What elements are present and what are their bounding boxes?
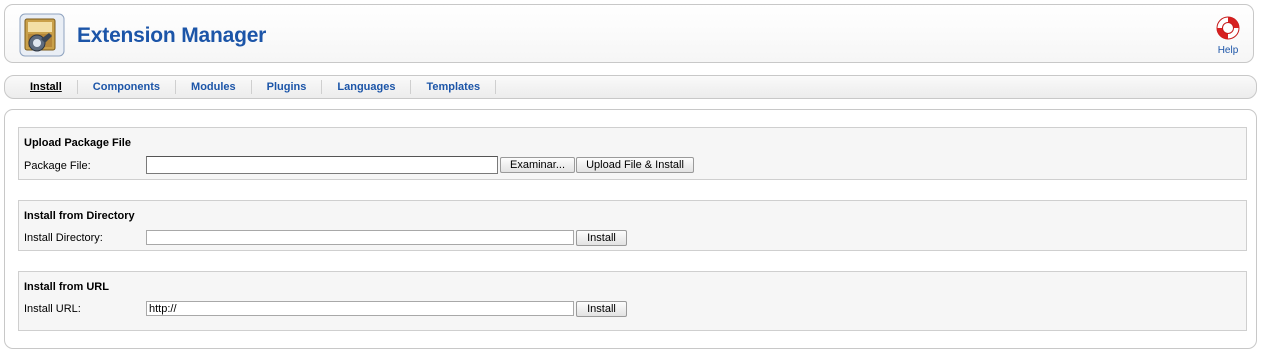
- install-url-input[interactable]: [146, 301, 574, 316]
- install-url-title: Install from URL: [24, 281, 109, 293]
- install-directory-label: Install Directory:: [24, 232, 103, 244]
- package-file-input[interactable]: [146, 156, 498, 174]
- page-title: Extension Manager: [77, 24, 267, 47]
- install-url-button[interactable]: Install: [576, 301, 627, 317]
- upload-package-title: Upload Package File: [24, 137, 131, 149]
- submenu-list: Install Components Modules Plugins Langu…: [5, 76, 1256, 98]
- extension-box-icon: [19, 13, 65, 57]
- tab-templates[interactable]: Templates: [411, 80, 497, 94]
- content-area: Upload Package File Package File: Examin…: [4, 109, 1257, 349]
- browse-button[interactable]: Examinar...: [500, 157, 575, 173]
- install-directory-button[interactable]: Install: [576, 230, 627, 246]
- install-url-label: Install URL:: [24, 303, 81, 315]
- tab-install[interactable]: Install: [15, 80, 78, 94]
- tab-components[interactable]: Components: [78, 80, 177, 94]
- tab-languages[interactable]: Languages: [322, 80, 412, 94]
- install-directory-input[interactable]: [146, 230, 574, 245]
- tab-modules[interactable]: Modules: [176, 80, 252, 94]
- upload-install-button[interactable]: Upload File & Install: [576, 157, 694, 173]
- help-label[interactable]: Help: [1213, 45, 1243, 56]
- help-button[interactable]: Help: [1213, 15, 1243, 56]
- toolbar-header: Extension Manager Help: [4, 4, 1254, 63]
- upload-package-panel: Upload Package File Package File: Examin…: [18, 127, 1247, 180]
- install-directory-panel: Install from Directory Install Directory…: [18, 200, 1247, 251]
- lifebuoy-icon: [1216, 16, 1240, 40]
- install-directory-title: Install from Directory: [24, 210, 135, 222]
- tab-plugins[interactable]: Plugins: [252, 80, 323, 94]
- package-file-label: Package File:: [24, 160, 91, 172]
- install-url-panel: Install from URL Install URL: Install: [18, 271, 1247, 331]
- submenu: Install Components Modules Plugins Langu…: [4, 75, 1257, 99]
